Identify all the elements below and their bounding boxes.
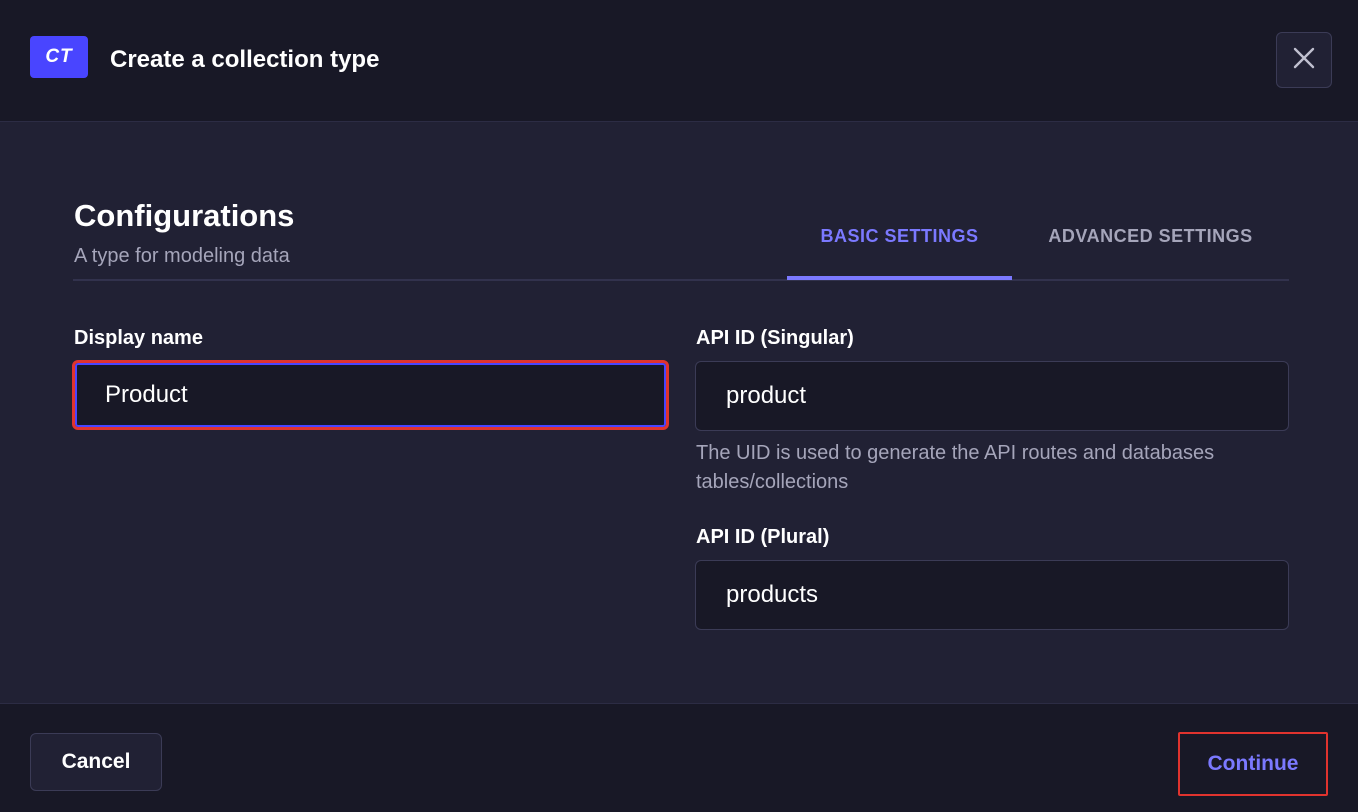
api-id-singular-label: API ID (Singular) xyxy=(696,327,854,349)
collection-type-badge: CT xyxy=(30,36,88,78)
configurations-subtitle: A type for modeling data xyxy=(74,245,290,267)
tab-advanced-settings[interactable]: ADVANCED SETTINGS xyxy=(1028,226,1273,280)
modal-title: Create a collection type xyxy=(110,46,380,73)
display-name-input[interactable] xyxy=(72,360,669,430)
api-id-singular-input[interactable] xyxy=(695,361,1289,431)
api-id-plural-label: API ID (Plural) xyxy=(696,526,830,548)
display-name-label: Display name xyxy=(74,327,203,349)
close-button[interactable] xyxy=(1276,32,1332,88)
close-icon xyxy=(1293,47,1315,74)
modal-footer: Cancel Continue xyxy=(0,703,1358,812)
api-id-plural-input[interactable] xyxy=(695,560,1289,630)
api-id-singular-hint: The UID is used to generate the API rout… xyxy=(696,442,1215,493)
configurations-heading: Configurations xyxy=(74,198,295,233)
create-collection-type-modal: CT Create a collection type Configuratio… xyxy=(0,0,1358,812)
continue-button[interactable]: Continue xyxy=(1178,732,1328,796)
tab-basic-settings[interactable]: BASIC SETTINGS xyxy=(787,226,1012,280)
modal-header: CT Create a collection type xyxy=(0,0,1358,122)
cancel-button[interactable]: Cancel xyxy=(30,733,162,791)
